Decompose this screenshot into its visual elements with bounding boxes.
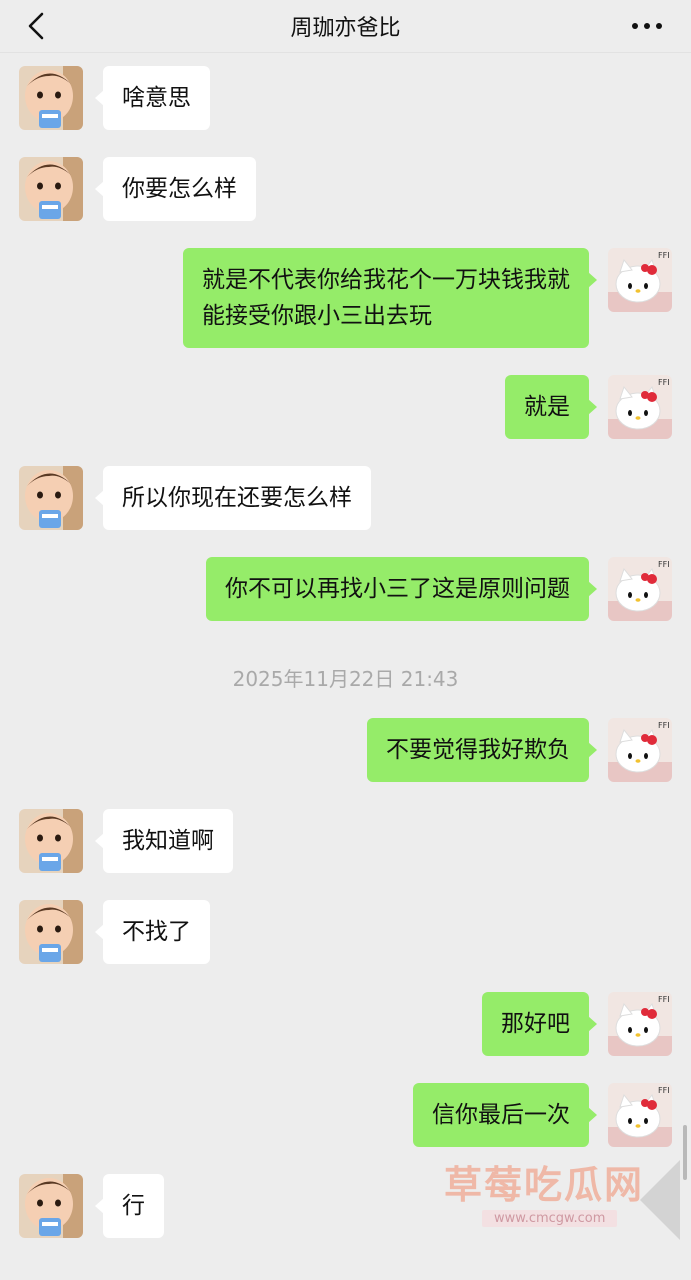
chat-timestamp: 2025年11月22日 21:43: [232, 667, 459, 691]
top-bar: 周珈亦爸比: [0, 0, 691, 53]
message-bubble-outgoing[interactable]: 不要觉得我好欺负: [367, 718, 597, 782]
more-dots-icon: [632, 23, 662, 29]
svg-text:FFI: FFI: [658, 1086, 670, 1095]
contact-avatar[interactable]: [19, 900, 83, 964]
svg-text:FFI: FFI: [658, 560, 670, 569]
svg-text:FFI: FFI: [658, 251, 670, 260]
self-avatar[interactable]: FFI: [608, 248, 672, 312]
svg-text:FFI: FFI: [658, 721, 670, 730]
hello-kitty-avatar-icon: FFI: [608, 992, 672, 1056]
message-bubble-outgoing[interactable]: 信你最后一次: [413, 1083, 597, 1147]
self-avatar[interactable]: FFI: [608, 1083, 672, 1147]
contact-avatar[interactable]: [19, 157, 83, 221]
self-avatar[interactable]: FFI: [608, 375, 672, 439]
scrollbar[interactable]: [683, 1125, 687, 1180]
message-bubble-incoming[interactable]: 不找了: [95, 900, 210, 964]
baby-avatar-icon: [19, 66, 83, 130]
chat-area[interactable]: 啥意思 你要怎么样 就是不代表你给我花个一万块钱我就 能接受你跟小三出去玩 FF…: [0, 52, 691, 1280]
contact-avatar[interactable]: [19, 1174, 83, 1238]
message-bubble-incoming[interactable]: 我知道啊: [95, 809, 233, 873]
self-avatar[interactable]: FFI: [608, 557, 672, 621]
message-bubble-outgoing[interactable]: 你不可以再找小三了这是原则问题: [206, 557, 597, 621]
message-bubble-outgoing[interactable]: 就是不代表你给我花个一万块钱我就 能接受你跟小三出去玩: [183, 248, 597, 348]
contact-avatar[interactable]: [19, 66, 83, 130]
baby-avatar-icon: [19, 157, 83, 221]
chat-title: 周珈亦爸比: [290, 16, 401, 41]
svg-text:FFI: FFI: [658, 995, 670, 1004]
self-avatar[interactable]: FFI: [608, 718, 672, 782]
message-bubble-incoming[interactable]: 你要怎么样: [95, 157, 256, 221]
hello-kitty-avatar-icon: FFI: [608, 718, 672, 782]
hello-kitty-avatar-icon: FFI: [608, 375, 672, 439]
baby-avatar-icon: [19, 466, 83, 530]
message-bubble-incoming[interactable]: 啥意思: [95, 66, 210, 130]
contact-avatar[interactable]: [19, 466, 83, 530]
more-button[interactable]: [627, 8, 667, 44]
baby-avatar-icon: [19, 809, 83, 873]
hello-kitty-avatar-icon: FFI: [608, 248, 672, 312]
self-avatar[interactable]: FFI: [608, 992, 672, 1056]
hello-kitty-avatar-icon: FFI: [608, 1083, 672, 1147]
message-bubble-outgoing[interactable]: 那好吧: [482, 992, 597, 1056]
svg-text:FFI: FFI: [658, 378, 670, 387]
baby-avatar-icon: [19, 900, 83, 964]
message-bubble-incoming[interactable]: 所以你现在还要怎么样: [95, 466, 371, 530]
message-bubble-outgoing[interactable]: 就是: [505, 375, 597, 439]
message-bubble-incoming[interactable]: 行: [95, 1174, 164, 1238]
contact-avatar[interactable]: [19, 809, 83, 873]
hello-kitty-avatar-icon: FFI: [608, 557, 672, 621]
baby-avatar-icon: [19, 1174, 83, 1238]
